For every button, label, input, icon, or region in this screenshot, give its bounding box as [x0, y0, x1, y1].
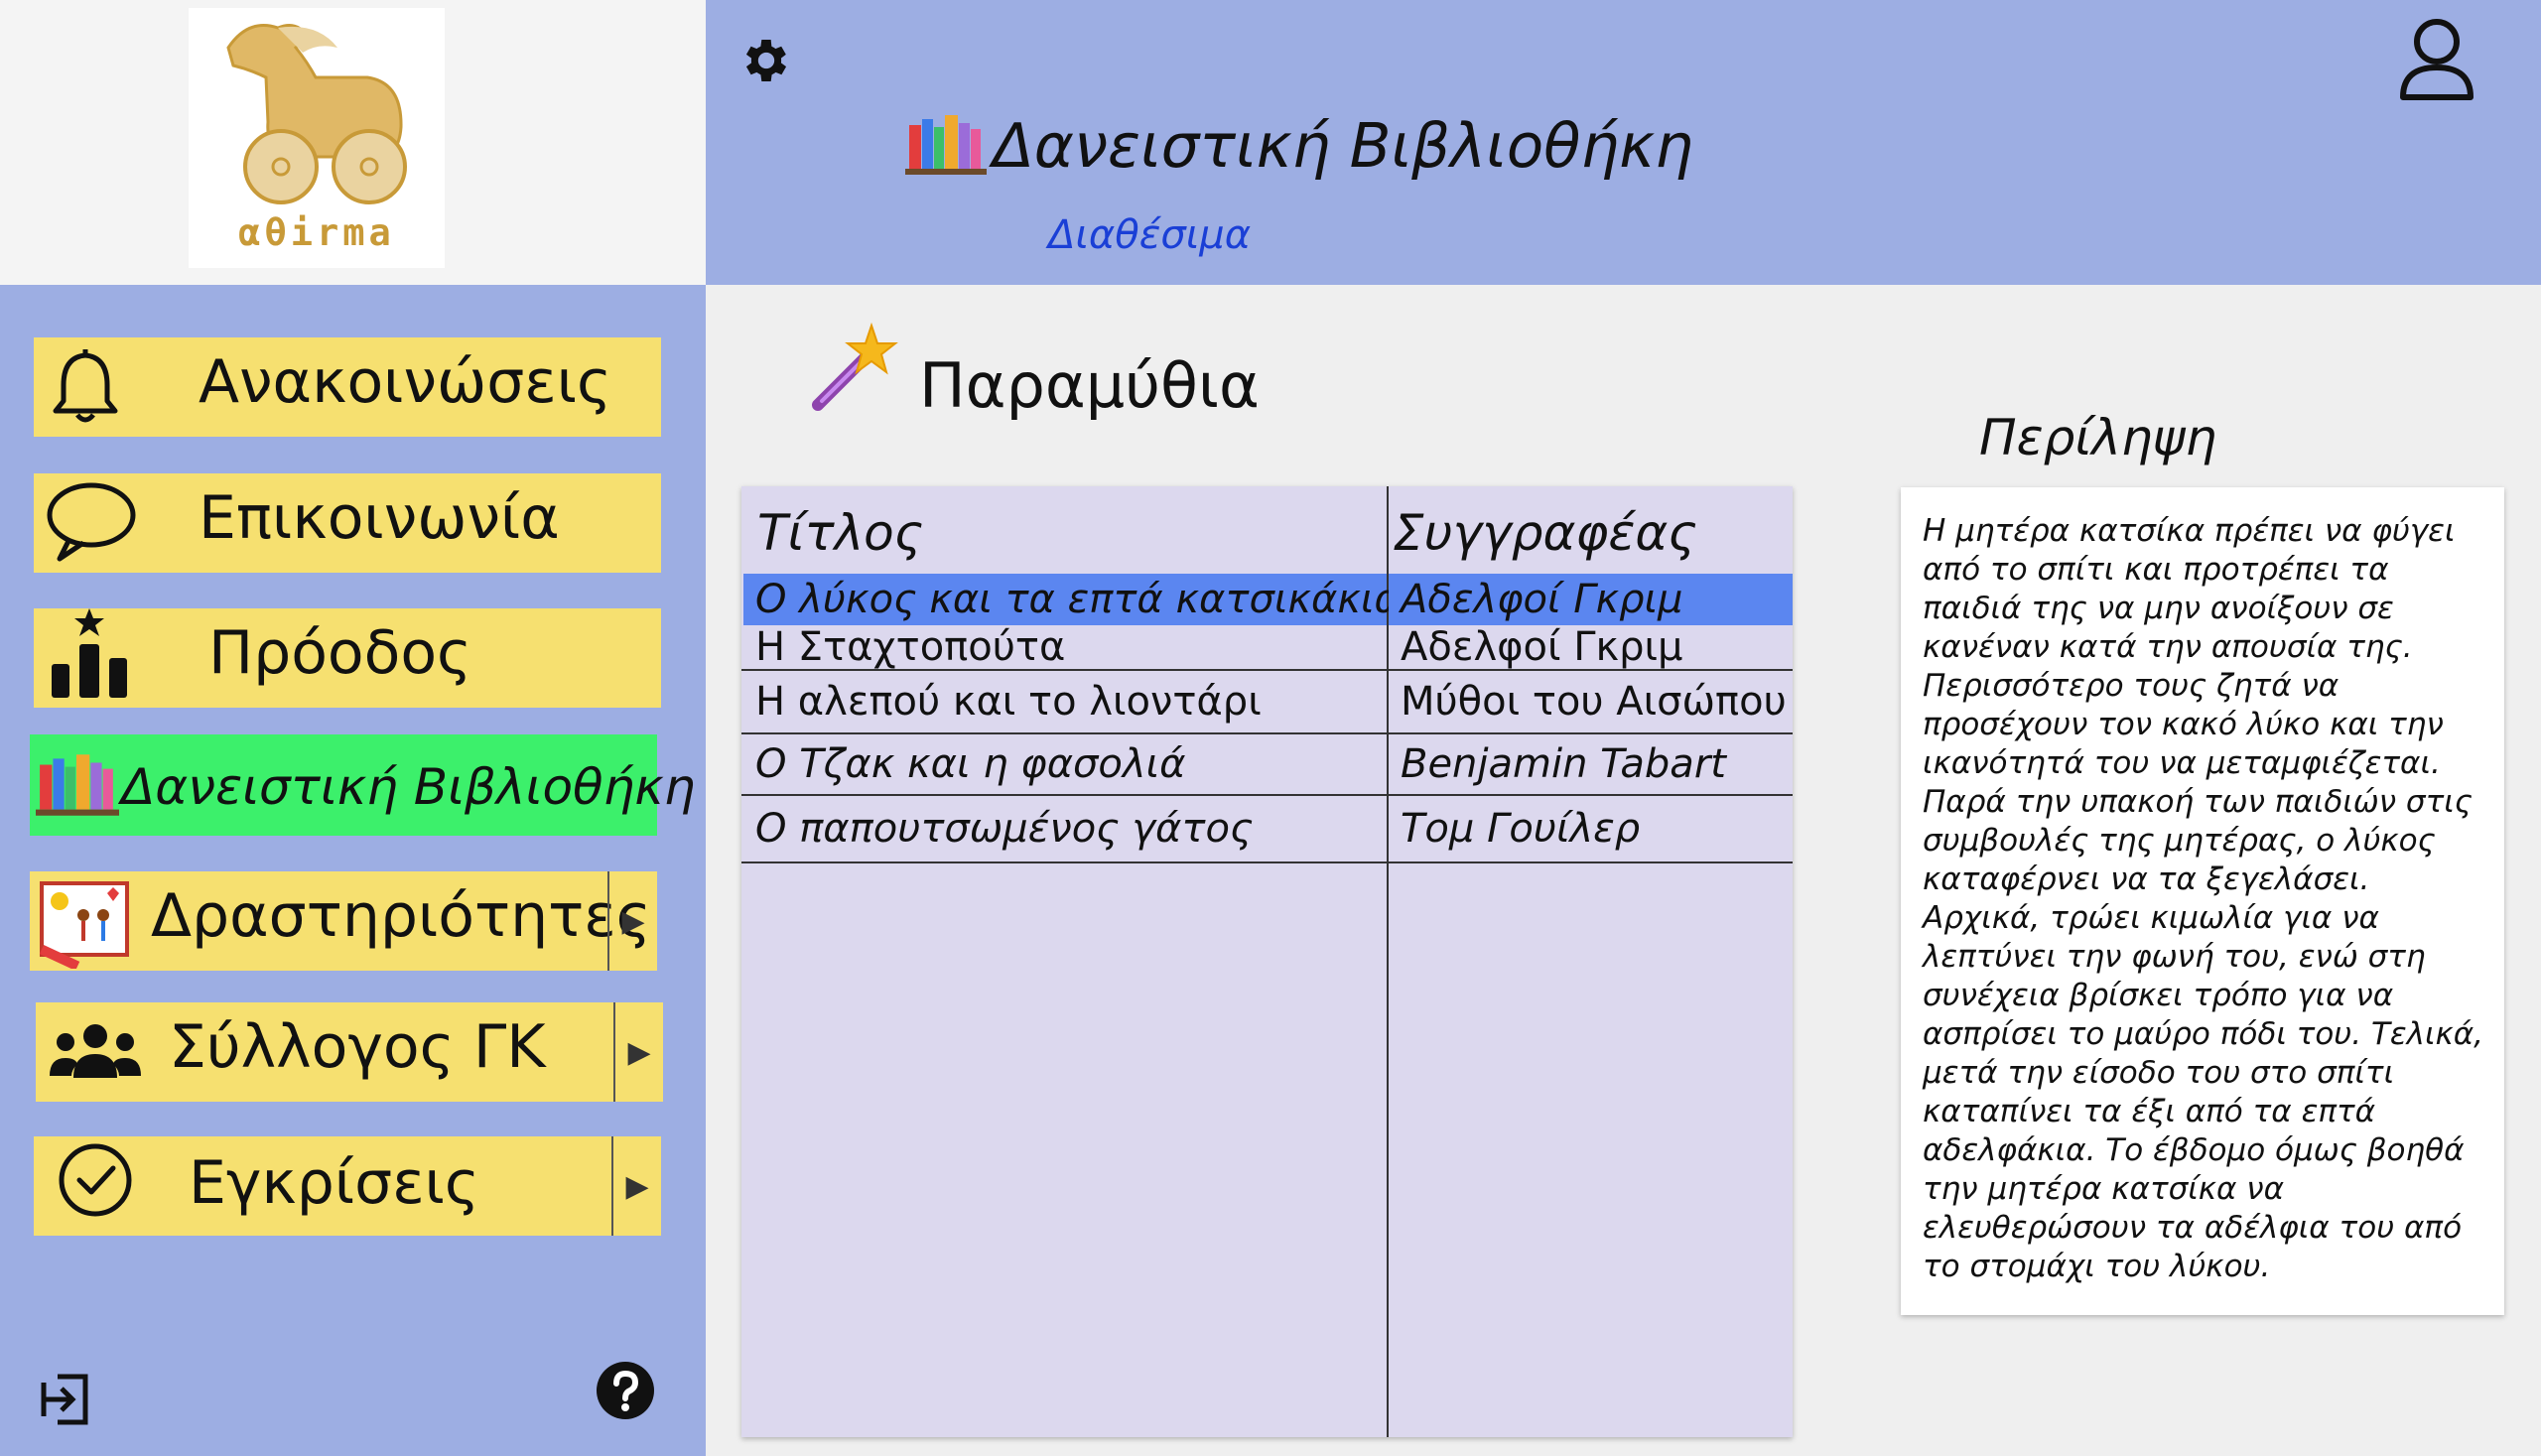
sidebar-item-label: Δραστηριότητες: [151, 881, 651, 951]
book-title: Ο παπουτσωμένος γάτος: [755, 806, 1254, 852]
book-author: Benjamin Tabart: [1401, 741, 1726, 787]
table-row[interactable]: Η αλεπού και το λιοντάρι Μύθοι του Αισώπ…: [741, 671, 1793, 734]
book-author: Μύθοι του Αισώπου: [1401, 679, 1787, 725]
chat-bubble-icon: [44, 479, 139, 567]
submenu-arrow-icon[interactable]: ▶: [607, 871, 657, 971]
column-header-title: Τίτλος: [757, 504, 924, 562]
sidebar-item-approvals[interactable]: Εγκρίσεις ▶: [34, 1136, 661, 1236]
book-title: Ο Τζακ και η φασολιά: [755, 741, 1186, 787]
sidebar-item-activities[interactable]: Δραστηριότητες ▶: [30, 871, 657, 971]
settings-button[interactable]: [738, 33, 794, 88]
sidebar-item-label: Εγκρίσεις: [189, 1148, 480, 1218]
sidebar-item-label: Δανειστική Βιβλιοθήκη: [121, 758, 696, 816]
people-group-icon: [50, 1020, 141, 1088]
books-table: Τίτλος Συγγραφέας Ο λύκος και τα επτά κα…: [741, 486, 1793, 1437]
books-icon: [36, 752, 119, 820]
logout-button[interactable]: [38, 1373, 91, 1426]
gear-icon: [745, 40, 787, 81]
check-circle-icon: [56, 1140, 135, 1224]
logo-area: αθirma: [0, 0, 706, 285]
table-row[interactable]: Ο παπουτσωμένος γάτος Τομ Γουίλερ: [741, 796, 1793, 863]
submenu-arrow-icon[interactable]: ▶: [611, 1136, 661, 1236]
user-icon: [2400, 19, 2474, 100]
sidebar-item-progress[interactable]: Πρόοδος: [34, 608, 661, 708]
book-author: Τομ Γουίλερ: [1401, 806, 1641, 852]
sidebar-item-label: Ανακοινώσεις: [199, 347, 612, 417]
table-row[interactable]: Ο λύκος και τα επτά κατσικάκια Αδελφοί Γ…: [741, 574, 1793, 625]
table-row[interactable]: Η Σταχτοπούτα Αδελφοί Γκριμ: [741, 624, 1793, 671]
user-profile-button[interactable]: [2397, 14, 2476, 103]
sidebar-item-label: Επικοινωνία: [199, 483, 560, 553]
summary-title: Περίληψη: [1979, 409, 2217, 466]
summary-panel: Η μητέρα κατσίκα πρέπει να φύγει από το …: [1901, 487, 2504, 1315]
book-title: Ο λύκος και τα επτά κατσικάκια: [743, 574, 1401, 625]
sidebar-item-announcements[interactable]: Ανακοινώσεις: [34, 337, 661, 437]
logout-icon: [41, 1374, 88, 1425]
sidebar-item-label: Σύλλογος ΓΚ: [169, 1012, 546, 1082]
magic-wand-icon: [810, 322, 901, 413]
books-icon: [905, 113, 987, 175]
sidebar: Ανακοινώσεις Επικοινωνία Πρόοδος Δανειστ…: [0, 285, 706, 1456]
bell-icon: [50, 347, 121, 431]
column-header-author: Συγγραφέας: [1393, 504, 1697, 562]
sidebar-item-association[interactable]: Σύλλογος ΓΚ ▶: [36, 1002, 663, 1102]
help-icon: [597, 1362, 654, 1419]
logo-text: αθirma: [238, 211, 395, 254]
table-row[interactable]: Ο Τζακ και η φασολιά Benjamin Tabart: [741, 734, 1793, 796]
book-author: Αδελφοί Γκριμ: [1389, 574, 1793, 625]
category-title: Παραμύθια: [919, 349, 1260, 422]
page-title: Δανειστική Βιβλιοθήκη: [993, 111, 1693, 182]
sidebar-item-library[interactable]: Δανειστική Βιβλιοθήκη: [30, 734, 695, 836]
submenu-arrow-icon[interactable]: ▶: [613, 1002, 663, 1102]
available-link[interactable]: Διαθέσιμα: [1048, 212, 1251, 258]
sidebar-item-label: Πρόοδος: [208, 618, 472, 688]
logo: αθirma: [189, 8, 445, 268]
help-button[interactable]: [596, 1361, 655, 1420]
activities-picture-icon: [38, 879, 133, 973]
progress-podium-icon: [48, 608, 131, 706]
book-title: Η αλεπού και το λιοντάρι: [755, 679, 1262, 725]
book-author: Αδελφοί Γκριμ: [1401, 624, 1683, 670]
book-title: Η Σταχτοπούτα: [755, 624, 1066, 670]
summary-text: Η μητέρα κατσίκα πρέπει να φύγει από το …: [1923, 513, 2484, 1284]
sidebar-item-contact[interactable]: Επικοινωνία: [34, 473, 661, 573]
